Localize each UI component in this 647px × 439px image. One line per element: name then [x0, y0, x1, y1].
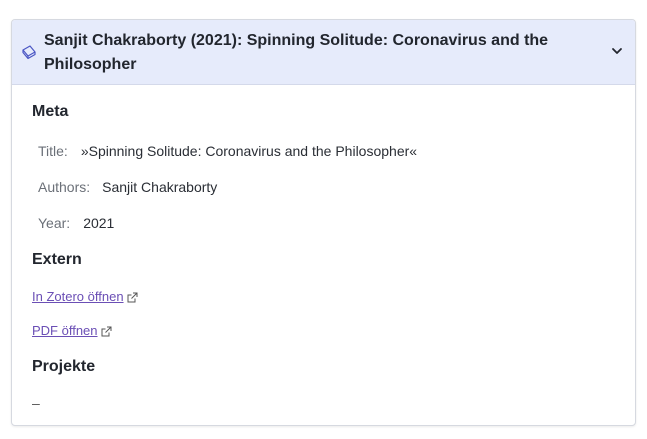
meta-year-label: Year: — [38, 215, 71, 231]
card-body: Meta Title: »Spinning Solitude: Coronavir… — [12, 85, 635, 412]
open-pdf-link[interactable]: PDF öffnen — [32, 323, 98, 338]
pdf-link-row: PDF öffnen — [32, 323, 615, 339]
meta-authors-label: Authors: — [38, 179, 91, 195]
book-icon — [22, 45, 36, 60]
reference-card: Sanjit Chakraborty (2021): Spinning Soli… — [11, 19, 636, 426]
projects-heading: Projekte — [32, 358, 96, 375]
meta-heading: Meta — [32, 103, 69, 120]
meta-authors-value: Sanjit Chakraborty — [102, 179, 218, 195]
meta-authors-row: Authors: Sanjit Chakraborty — [38, 178, 615, 196]
meta-title-row: Title: »Spinning Solitude: Coronavirus an… — [38, 142, 615, 160]
card-header[interactable]: Sanjit Chakraborty (2021): Spinning Soli… — [12, 20, 635, 85]
chevron-down-icon[interactable] — [610, 44, 624, 58]
meta-title-value: »Spinning Solitude: Coronavirus and the … — [80, 143, 418, 159]
meta-year-value: 2021 — [83, 215, 115, 231]
open-in-zotero-link[interactable]: In Zotero öffnen — [32, 289, 124, 304]
meta-title-label: Title: — [38, 143, 68, 159]
zotero-link-row: In Zotero öffnen — [32, 289, 615, 305]
external-link-icon — [127, 292, 138, 303]
extern-heading: Extern — [32, 251, 82, 268]
meta-year-row: Year: 2021 — [38, 214, 615, 232]
external-link-icon — [101, 326, 112, 337]
reference-title: Sanjit Chakraborty (2021): Spinning Soli… — [44, 32, 549, 73]
projects-empty-value: – — [32, 395, 40, 411]
